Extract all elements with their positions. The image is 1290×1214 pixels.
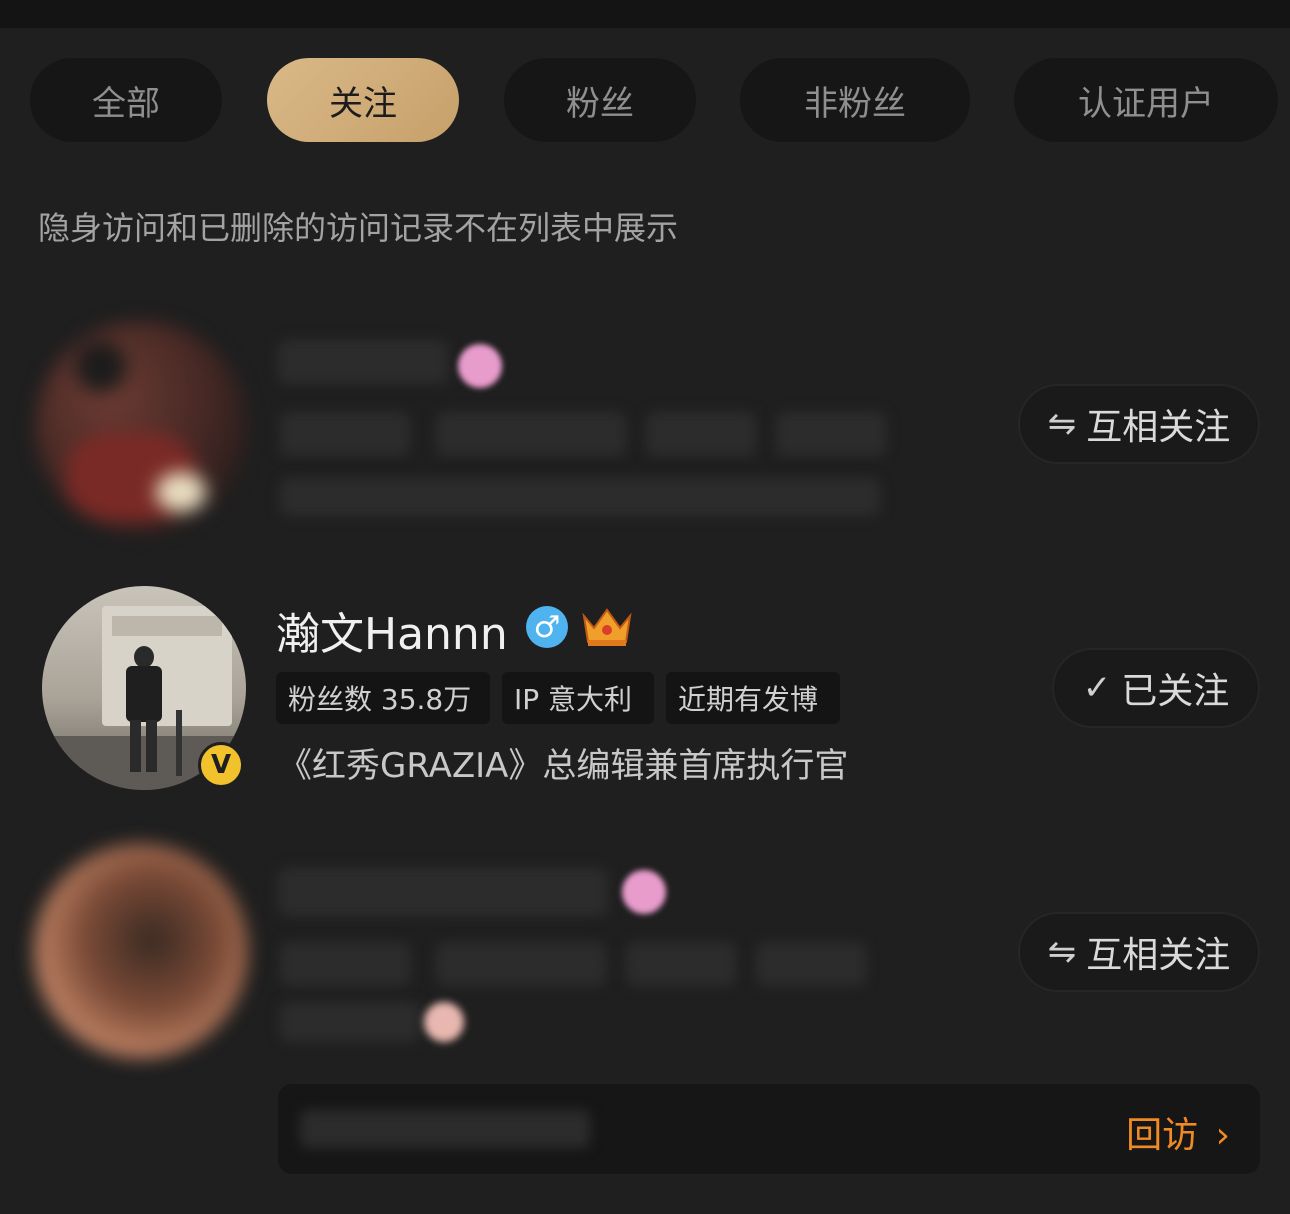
avatar[interactable]: [36, 322, 246, 532]
blurred-emoji: [424, 1002, 464, 1042]
tab-non-fans[interactable]: 非粉丝: [740, 58, 970, 142]
tab-fans[interactable]: 粉丝: [504, 58, 696, 142]
visit-back-link[interactable]: 回访 ›: [1126, 1106, 1230, 1158]
blurred-stat: [776, 412, 886, 456]
user-name[interactable]: 瀚文Hannn: [276, 598, 508, 662]
mutual-follow-icon: ⇋: [1047, 932, 1077, 972]
verified-v-icon: V: [198, 742, 244, 788]
chevron-right-icon: ›: [1215, 1115, 1230, 1156]
blurred-stat: [626, 942, 736, 986]
visitor-row[interactable]: ⇋ 互相关注: [0, 830, 1290, 1070]
blurred-stat: [436, 942, 606, 986]
status-bar: [0, 0, 1290, 28]
blurred-stat: [646, 412, 756, 456]
mutual-follow-label: 互相关注: [1086, 407, 1231, 448]
blurred-name: [278, 868, 608, 916]
tab-following[interactable]: 关注: [267, 58, 459, 142]
blurred-stat: [756, 942, 866, 986]
blurred-stat: [280, 942, 410, 986]
recent-post-chip: 近期有发博: [666, 672, 840, 724]
ip-location-chip: IP 意大利: [502, 672, 654, 724]
blurred-stat: [280, 412, 410, 456]
crown-icon: [578, 602, 636, 650]
blurred-visit-info: [300, 1110, 590, 1148]
mutual-follow-label: 互相关注: [1086, 935, 1231, 976]
blurred-bio: [280, 478, 880, 516]
female-icon: [622, 870, 666, 914]
blurred-stat: [436, 412, 626, 456]
blurred-bio: [280, 1002, 420, 1042]
check-icon: ✓: [1082, 668, 1112, 708]
tab-verified-users[interactable]: 认证用户: [1014, 58, 1278, 142]
following-button[interactable]: ✓ 已关注: [1052, 648, 1260, 728]
filter-tabs: 全部 关注 粉丝 非粉丝 认证用户: [0, 58, 1290, 142]
visit-back-label: 回访: [1126, 1115, 1199, 1156]
mutual-follow-button[interactable]: ⇋ 互相关注: [1018, 912, 1260, 992]
visit-back-bar[interactable]: 回访 ›: [278, 1084, 1260, 1174]
user-bio: 《红秀GRAZIA》总编辑兼首席执行官: [278, 746, 849, 786]
fans-count-chip: 粉丝数 35.8万: [276, 672, 490, 724]
following-label: 已关注: [1121, 671, 1230, 712]
avatar[interactable]: [34, 844, 248, 1058]
female-icon: [458, 344, 502, 388]
visitor-row[interactable]: V 瀚文Hannn ♂ 粉丝数 35.8万 IP 意大利 近期有发博 《红秀GR…: [0, 580, 1290, 810]
mutual-follow-icon: ⇋: [1047, 404, 1077, 444]
visitor-row[interactable]: ⇋ 互相关注: [0, 300, 1290, 560]
male-icon: ♂: [526, 606, 568, 648]
hidden-visit-notice: 隐身访问和已删除的访问记录不在列表中展示: [38, 209, 679, 247]
mutual-follow-button[interactable]: ⇋ 互相关注: [1018, 384, 1260, 464]
blurred-name: [278, 340, 448, 384]
tab-all[interactable]: 全部: [30, 58, 222, 142]
